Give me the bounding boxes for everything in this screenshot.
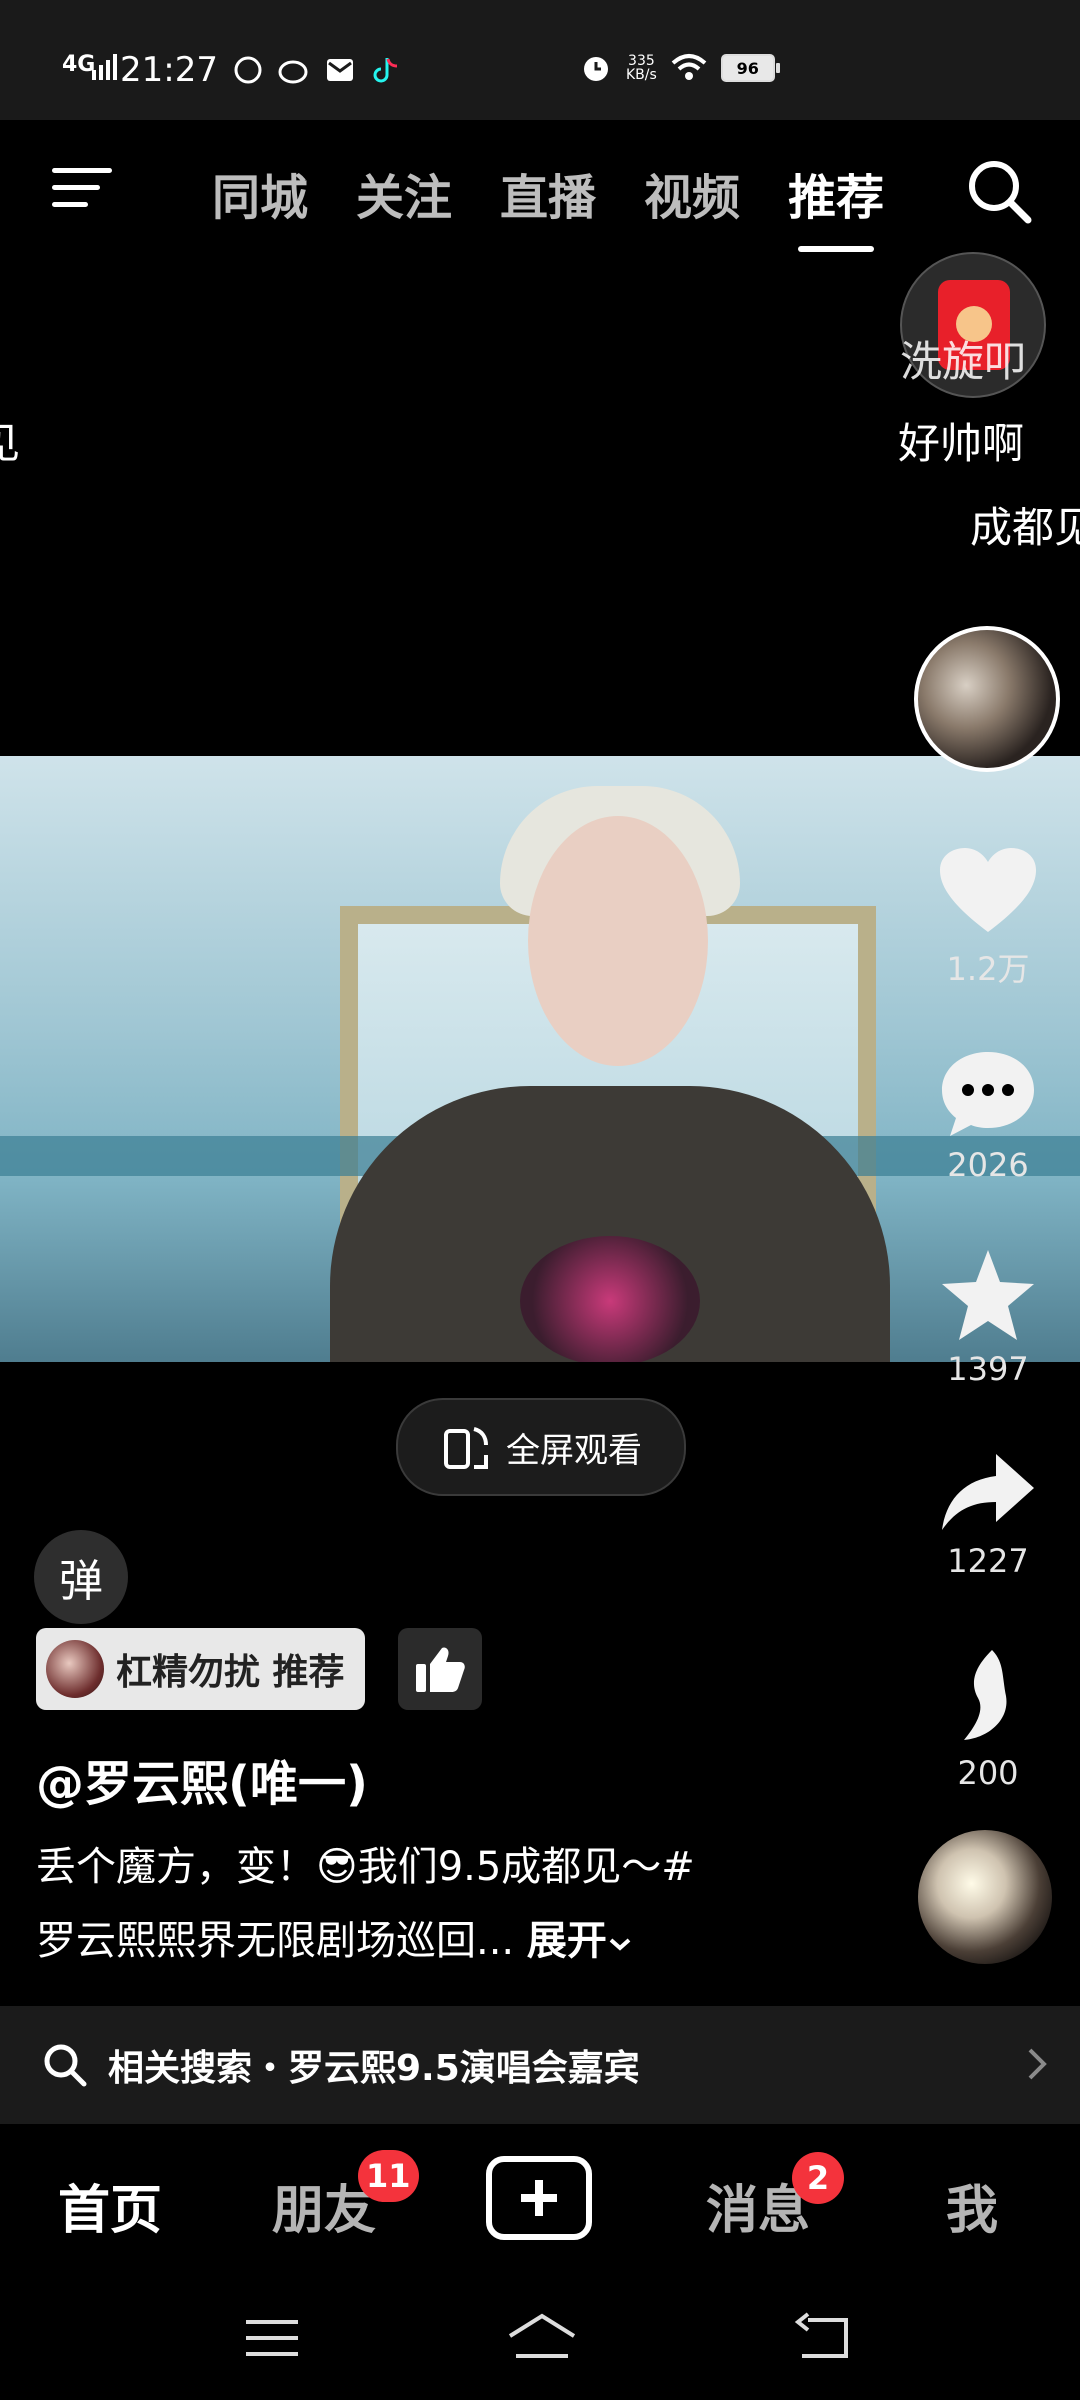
tag-avatar — [46, 1640, 104, 1698]
messages-badge: 2 — [792, 2152, 844, 2204]
status-right: 335 KB/s 96 — [580, 52, 780, 84]
recent-apps-icon[interactable] — [244, 2316, 300, 2360]
danmaku-comment: 好帅啊 — [898, 419, 1025, 468]
heart-icon — [940, 848, 1036, 932]
share-arrow-icon — [942, 1454, 1034, 1530]
danmaku-toggle-label: 弹 — [59, 1556, 103, 1607]
top-tabs: 同城 关注 直播 视频 推荐 — [212, 158, 884, 252]
danmaku-redpack-text: 洗旋叩 — [900, 337, 1027, 386]
mail-icon — [324, 54, 356, 86]
description-line: 罗云熙熙界无限剧场巡回... 展开 — [36, 1904, 816, 1978]
thumbs-up-button[interactable] — [398, 1628, 482, 1710]
comment-button[interactable]: 2026 — [908, 1048, 1068, 1184]
author-avatar[interactable] — [914, 626, 1060, 772]
notification-icons — [232, 54, 402, 86]
weibo-icon — [278, 54, 310, 86]
recommend-button[interactable]: 200 — [908, 1646, 1068, 1792]
network-speed: 335 KB/s — [626, 53, 657, 83]
recommend-count: 200 — [957, 1754, 1019, 1792]
plus-icon — [521, 2180, 557, 2216]
author-name[interactable]: @罗云熙(唯一) — [36, 1744, 368, 1814]
recommend-icon — [964, 1650, 1007, 1740]
share-button[interactable]: 1227 — [908, 1450, 1068, 1580]
nav-friends-label: 朋友 — [272, 2181, 377, 2241]
star-icon — [942, 1250, 1034, 1340]
tab-following[interactable]: 关注 — [356, 158, 452, 228]
description-line: 丢个魔方，变！😎我们9.5成都见～# — [36, 1844, 695, 1890]
favorite-button[interactable]: 1397 — [908, 1248, 1068, 1388]
video-person — [528, 816, 708, 1066]
like-button[interactable]: 1.2万 — [908, 846, 1068, 990]
expand-button[interactable]: 展开 — [527, 1918, 633, 1964]
chevron-down-icon — [609, 1938, 631, 1951]
alarm-icon — [584, 57, 608, 81]
back-icon[interactable] — [794, 2312, 854, 2362]
tab-live[interactable]: 直播 — [500, 158, 596, 228]
related-search-text: 相关搜索・罗云熙9.5演唱会嘉宾 — [108, 2048, 640, 2089]
tag-chip-label: 杠精勿扰 推荐 — [116, 1652, 345, 1693]
tab-video[interactable]: 视频 — [644, 158, 740, 228]
like-count: 1.2万 — [946, 950, 1030, 988]
search-icon — [44, 2044, 87, 2087]
fullscreen-label: 全屏观看 — [506, 1430, 642, 1471]
danmaku-fragment: 见 — [0, 410, 20, 471]
favorite-count: 1397 — [947, 1350, 1029, 1388]
bottom-nav: 首页 朋友 11 消息 2 我 — [0, 2130, 1080, 2270]
fullscreen-button[interactable]: 全屏观看 — [396, 1398, 686, 1496]
create-post-button[interactable] — [486, 2156, 592, 2240]
comment-count: 2026 — [947, 1146, 1029, 1184]
tab-recommended[interactable]: 推荐 — [788, 158, 884, 252]
share-count: 1227 — [947, 1542, 1029, 1580]
danmaku-toggle-button[interactable]: 弹 — [34, 1530, 128, 1624]
battery-indicator: 96 — [720, 54, 780, 82]
wifi-icon — [671, 54, 707, 80]
tag-chip[interactable]: 杠精勿扰 推荐 — [36, 1628, 365, 1710]
network-type: 4G — [62, 52, 96, 77]
chevron-right-icon — [1028, 2048, 1047, 2080]
signal-icon — [92, 54, 117, 80]
thumbs-up-icon — [416, 1647, 465, 1692]
tab-local[interactable]: 同城 — [212, 158, 308, 228]
rotate-screen-icon — [444, 1427, 488, 1469]
related-search-bar[interactable]: 相关搜索・罗云熙9.5演唱会嘉宾 — [0, 2006, 1080, 2124]
home-icon[interactable] — [506, 2312, 578, 2362]
video-cube — [520, 1236, 700, 1362]
tiktok-icon — [370, 54, 402, 86]
nav-home[interactable]: 首页 — [58, 2168, 162, 2243]
system-nav-bar — [0, 2290, 1080, 2400]
danmaku-comment: 成都见 — [970, 503, 1080, 552]
nav-me[interactable]: 我 — [946, 2168, 998, 2243]
comment-icon — [942, 1052, 1034, 1136]
whatsapp-icon — [232, 54, 264, 86]
music-disc[interactable] — [918, 1830, 1052, 1964]
clock: 21:27 — [120, 50, 218, 90]
status-bar: 4G 21:27 335 KB/s 96 — [0, 0, 1080, 120]
menu-icon[interactable] — [52, 168, 112, 212]
video-description[interactable]: 丢个魔方，变！😎我们9.5成都见～# 罗云熙熙界无限剧场巡回... 展开 — [36, 1830, 816, 1978]
search-icon[interactable] — [964, 156, 1034, 226]
friends-badge: 11 — [358, 2150, 419, 2202]
